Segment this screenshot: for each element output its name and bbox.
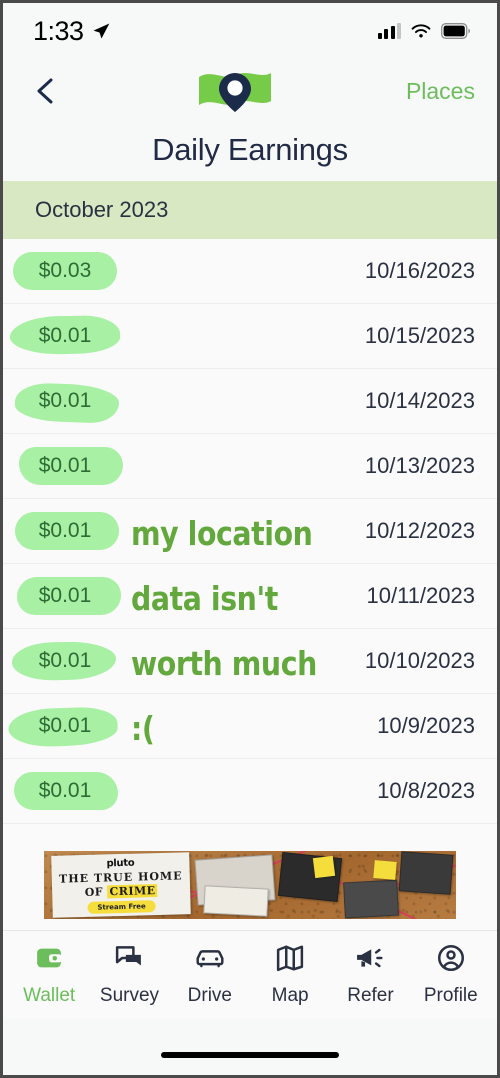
wifi-icon — [411, 23, 431, 38]
ad-headline-card: pluto THE TRUE HOME OF CRIME Stream Free — [51, 851, 191, 918]
nav-header: Places — [3, 59, 497, 123]
tab-item-profile[interactable]: Profile — [412, 943, 490, 1007]
car-icon — [194, 943, 226, 978]
chat-bubbles-icon — [114, 943, 144, 978]
cellular-signal-icon — [377, 23, 401, 39]
earnings-list[interactable]: $0.03 10/16/2023 $0.01 10/15/2023 $0.01 10/14… — [3, 239, 497, 839]
earnings-date: 10/14/2023 — [364, 388, 475, 413]
tab-item-wallet[interactable]: Wallet — [10, 943, 88, 1007]
earnings-row[interactable]: $0.01 10/13/2023 — [3, 434, 497, 499]
ad-brand-label: pluto — [106, 857, 135, 869]
amount-highlight-pill: $0.01 — [13, 577, 121, 615]
back-button[interactable] — [25, 71, 65, 111]
amount-highlight-pill: $0.01 — [13, 512, 119, 550]
month-section-header: October 2023 — [3, 181, 497, 239]
earnings-date: 10/8/2023 — [377, 778, 475, 803]
earnings-date: 10/10/2023 — [364, 648, 475, 673]
earnings-date: 10/16/2023 — [364, 258, 475, 283]
places-link[interactable]: Places — [406, 78, 475, 105]
ad-headline-line-1: THE TRUE HOME — [58, 868, 183, 886]
tab-item-drive[interactable]: Drive — [171, 943, 249, 1007]
earnings-date: 10/12/2023 — [364, 518, 475, 543]
earnings-amount: $0.01 — [38, 714, 92, 737]
ad-sticky-note-1 — [312, 855, 336, 878]
bottom-tab-bar: Wallet Survey Drive Map Refer Profile — [3, 931, 497, 1019]
tab-label: Drive — [187, 985, 232, 1006]
tab-item-survey[interactable]: Survey — [90, 943, 168, 1007]
earnings-row[interactable]: $0.01 10/12/2023 — [3, 499, 497, 564]
page-title: Daily Earnings — [3, 123, 497, 181]
earnings-amount: $0.01 — [38, 324, 92, 347]
tab-label: Map — [271, 985, 309, 1006]
ad-evidence-photo-2 — [203, 884, 269, 917]
battery-full-icon — [441, 23, 470, 39]
month-label: October 2023 — [35, 197, 169, 222]
ad-headline-line-2: OF CRIME — [84, 883, 158, 899]
status-bar-left: 1:33 — [33, 16, 111, 47]
status-clock: 1:33 — [33, 15, 84, 46]
ad-cta-badge[interactable]: Stream Free — [87, 899, 156, 914]
amount-highlight-pill: $0.01 — [13, 447, 123, 485]
earnings-date: 10/11/2023 — [366, 583, 475, 608]
earnings-amount: $0.01 — [38, 584, 92, 607]
amount-highlight-pill: $0.01 — [9, 315, 121, 355]
tab-label: Profile — [423, 985, 478, 1006]
amount-highlight-pill: $0.01 — [7, 706, 119, 748]
location-arrow-icon — [93, 23, 109, 39]
amount-highlight-pill: $0.01 — [13, 382, 120, 424]
earnings-amount: $0.01 — [38, 389, 92, 412]
earnings-row[interactable]: $0.01 10/10/2023 — [3, 629, 497, 694]
ad-banner: pluto THE TRUE HOME OF CRIME Stream Free — [3, 839, 497, 931]
tab-label: Refer — [347, 985, 394, 1006]
amount-highlight-pill: $0.03 — [13, 252, 117, 290]
map-icon — [275, 943, 305, 978]
tab-item-map[interactable]: Map — [251, 943, 329, 1007]
wallet-icon — [34, 943, 64, 978]
ad-headline-prefix: OF — [84, 884, 108, 899]
earnings-row[interactable]: $0.01 10/15/2023 — [3, 304, 497, 369]
map-pin-flag-logo — [196, 68, 274, 114]
status-bar-right — [377, 23, 472, 40]
chevron-left-icon — [37, 78, 53, 104]
tab-item-refer[interactable]: Refer — [331, 943, 409, 1007]
user-circle-icon — [436, 943, 466, 978]
earnings-row[interactable]: $0.01 10/11/2023 — [3, 564, 497, 629]
earnings-amount: $0.01 — [38, 779, 92, 802]
ad-evidence-photo-4 — [343, 879, 399, 918]
earnings-amount: $0.01 — [38, 454, 92, 477]
ad-evidence-photo-5 — [398, 850, 454, 895]
home-indicator-area — [3, 1019, 497, 1075]
status-bar: 1:33 — [3, 3, 497, 59]
megaphone-icon — [354, 943, 386, 978]
home-indicator[interactable] — [161, 1052, 339, 1058]
earnings-date: 10/13/2023 — [364, 453, 475, 478]
ad-sticky-note-2 — [373, 859, 397, 880]
earnings-date: 10/15/2023 — [364, 323, 475, 348]
tab-label: Wallet — [23, 985, 76, 1006]
earnings-row[interactable]: $0.01 10/8/2023 — [3, 759, 497, 824]
ad-headline-highlight: CRIME — [107, 883, 158, 898]
earnings-amount: $0.01 — [38, 519, 92, 542]
earnings-amount: $0.01 — [38, 649, 92, 672]
amount-highlight-pill: $0.01 — [13, 772, 118, 810]
amount-highlight-pill: $0.01 — [11, 640, 117, 682]
phone-screen: 1:33 Places Daily Earnings October 2023 … — [0, 0, 500, 1078]
earnings-amount: $0.03 — [38, 259, 92, 282]
tab-label: Survey — [99, 985, 160, 1006]
ad-creative[interactable]: pluto THE TRUE HOME OF CRIME Stream Free — [44, 850, 456, 919]
earnings-row[interactable]: $0.01 10/14/2023 — [3, 369, 497, 434]
earnings-row[interactable]: $0.01 10/9/2023 — [3, 694, 497, 759]
earnings-row[interactable]: $0.03 10/16/2023 — [3, 239, 497, 304]
earnings-date: 10/9/2023 — [377, 713, 475, 738]
